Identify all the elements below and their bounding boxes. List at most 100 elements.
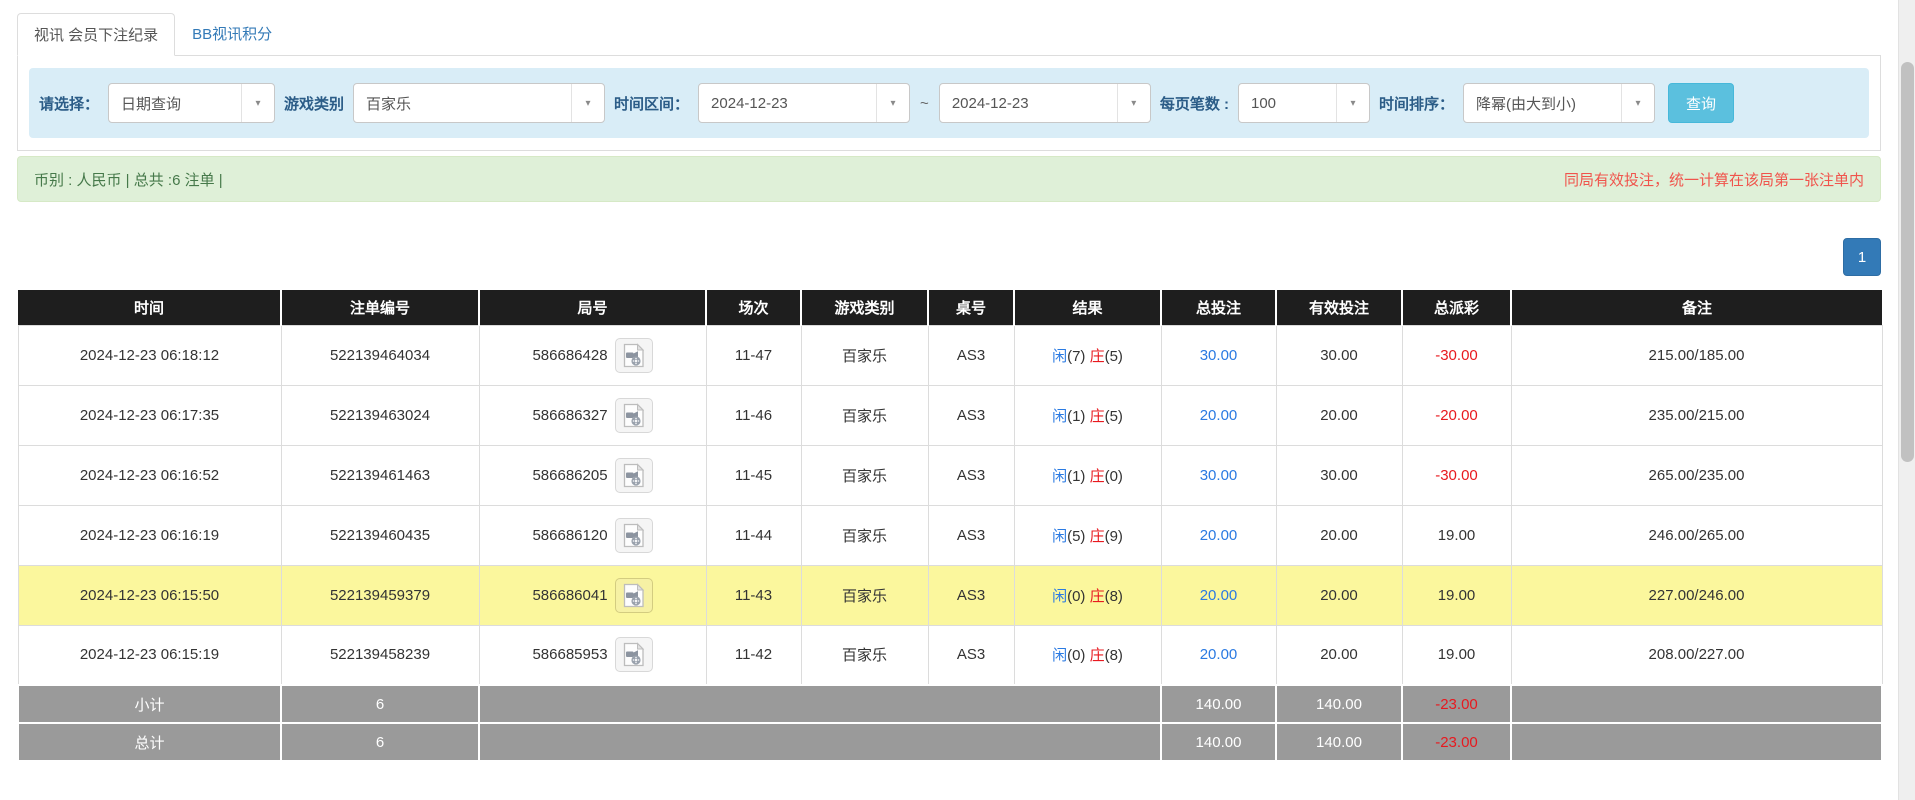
cell-session: 11-42 [706, 625, 801, 685]
video-file-icon [622, 343, 645, 368]
cell-note: 235.00/215.00 [1511, 385, 1882, 445]
chevron-down-icon: ▾ [1621, 84, 1654, 122]
scrollbar-track[interactable] [1898, 0, 1915, 800]
cell-bet-id: 522139461463 [281, 445, 479, 505]
cell-note: 246.00/265.00 [1511, 505, 1882, 565]
page-size-label: 每页笔数 : [1160, 93, 1229, 114]
cell-total-bet: 20.00 [1161, 625, 1276, 685]
cell-table-no: AS3 [928, 385, 1014, 445]
cell-game-type: 百家乐 [801, 385, 928, 445]
result-banker: 庄 [1090, 348, 1105, 365]
main-content: 视讯 会员下注纪录 BB视讯积分 请选择： 日期查询 ▾ 游戏类别 百家乐 ▾ … [17, 12, 1881, 762]
cell-result: 闲(1) 庄(5) [1014, 385, 1161, 445]
cell-round-id: 586685953 [479, 625, 706, 685]
search-button[interactable]: 查询 [1668, 83, 1734, 123]
cell-bet-id: 522139464034 [281, 325, 479, 385]
pagination-page-1[interactable]: 1 [1843, 238, 1881, 276]
result-player: 闲 [1052, 528, 1067, 545]
result-banker: 庄 [1090, 588, 1105, 605]
bet-record-row: 2024-12-23 06:16:52522139461463 586686205… [18, 445, 1882, 505]
column-header-time: 时间 [18, 290, 281, 325]
page-size-select[interactable]: 100 ▾ [1238, 83, 1370, 123]
footer-valid-bet: 140.00 [1276, 723, 1402, 761]
round-id-value: 586686120 [532, 527, 607, 544]
date-from-select[interactable]: 2024-12-23 ▾ [698, 83, 910, 123]
cell-total-bet: 30.00 [1161, 445, 1276, 505]
bet-record-row: 2024-12-23 06:15:50522139459379 586686041… [18, 565, 1882, 625]
column-header-table-no: 桌号 [928, 290, 1014, 325]
column-header-result: 结果 [1014, 290, 1161, 325]
table-header-row: 时间注单编号局号场次游戏类别桌号结果总投注有效投注总派彩备注 [18, 290, 1882, 325]
result-banker: 庄 [1090, 528, 1105, 545]
tab-bb-video-points[interactable]: BB视讯积分 [175, 12, 289, 55]
cell-payout: 19.00 [1402, 505, 1511, 565]
footer-spacer [479, 685, 1161, 723]
footer-total-bet: 140.00 [1161, 685, 1276, 723]
video-replay-button[interactable] [615, 398, 653, 433]
cell-time: 2024-12-23 06:15:19 [18, 625, 281, 685]
video-replay-button[interactable] [615, 338, 653, 373]
sort-order-value: 降幂(由大到小) [1464, 93, 1621, 114]
cell-result: 闲(0) 庄(8) [1014, 625, 1161, 685]
result-player: 闲 [1052, 408, 1067, 425]
cell-session: 11-46 [706, 385, 801, 445]
cell-result: 闲(1) 庄(0) [1014, 445, 1161, 505]
column-header-valid-bet: 有效投注 [1276, 290, 1402, 325]
video-file-icon [622, 463, 645, 488]
cell-bet-id: 522139460435 [281, 505, 479, 565]
date-from-value: 2024-12-23 [699, 95, 876, 112]
time-range-label: 时间区间： [614, 93, 689, 114]
footer-spacer [479, 723, 1161, 761]
cell-round-id: 586686428 [479, 325, 706, 385]
grand-total-row: 总计6140.00140.00-23.00 [18, 723, 1882, 761]
cell-valid-bet: 30.00 [1276, 325, 1402, 385]
round-id-value: 586686041 [532, 587, 607, 604]
video-replay-button[interactable] [615, 637, 653, 672]
cell-payout: -20.00 [1402, 385, 1511, 445]
footer-payout: -23.00 [1402, 685, 1511, 723]
cell-game-type: 百家乐 [801, 445, 928, 505]
tab-bar: 视讯 会员下注纪录 BB视讯积分 [17, 12, 1881, 56]
result-banker: 庄 [1090, 468, 1105, 485]
tab-video-bet-records[interactable]: 视讯 会员下注纪录 [17, 13, 175, 56]
column-header-session: 场次 [706, 290, 801, 325]
video-replay-button[interactable] [615, 578, 653, 613]
date-to-select[interactable]: 2024-12-23 ▾ [939, 83, 1151, 123]
scrollbar-thumb[interactable] [1901, 62, 1914, 462]
cell-time: 2024-12-23 06:17:35 [18, 385, 281, 445]
game-type-select[interactable]: 百家乐 ▾ [353, 83, 605, 123]
cell-round-id: 586686327 [479, 385, 706, 445]
cell-session: 11-47 [706, 325, 801, 385]
bet-record-row: 2024-12-23 06:15:19522139458239586685953… [18, 625, 1882, 685]
cell-game-type: 百家乐 [801, 505, 928, 565]
query-mode-select[interactable]: 日期查询 ▾ [108, 83, 275, 123]
cell-time: 2024-12-23 06:16:19 [18, 505, 281, 565]
cell-total-bet: 20.00 [1161, 385, 1276, 445]
cell-game-type: 百家乐 [801, 625, 928, 685]
cell-table-no: AS3 [928, 445, 1014, 505]
cell-time: 2024-12-23 06:16:52 [18, 445, 281, 505]
cell-table-no: AS3 [928, 565, 1014, 625]
bet-record-row: 2024-12-23 06:17:35522139463024586686327… [18, 385, 1882, 445]
cell-session: 11-43 [706, 565, 801, 625]
chevron-down-icon: ▾ [241, 84, 274, 122]
bet-record-row: 2024-12-23 06:16:19522139460435 586686120… [18, 505, 1882, 565]
sort-order-select[interactable]: 降幂(由大到小) ▾ [1463, 83, 1655, 123]
video-replay-button[interactable] [615, 458, 653, 493]
video-file-icon [622, 583, 645, 608]
page-size-value: 100 [1239, 95, 1336, 112]
cell-session: 11-44 [706, 505, 801, 565]
footer-total-bet: 140.00 [1161, 723, 1276, 761]
filter-bar: 请选择： 日期查询 ▾ 游戏类别 百家乐 ▾ 时间区间： 2024-12-23 … [29, 68, 1869, 138]
cell-time: 2024-12-23 06:15:50 [18, 565, 281, 625]
round-id-value: 586686205 [532, 467, 607, 484]
filter-panel: 请选择： 日期查询 ▾ 游戏类别 百家乐 ▾ 时间区间： 2024-12-23 … [17, 56, 1881, 151]
cell-bet-id: 522139459379 [281, 565, 479, 625]
date-to-value: 2024-12-23 [940, 95, 1117, 112]
cell-result: 闲(5) 庄(9) [1014, 505, 1161, 565]
chevron-down-icon: ▾ [876, 84, 909, 122]
footer-note [1511, 723, 1882, 761]
subtotal-row: 小计6140.00140.00-23.00 [18, 685, 1882, 723]
video-replay-button[interactable] [615, 518, 653, 553]
cell-bet-id: 522139458239 [281, 625, 479, 685]
